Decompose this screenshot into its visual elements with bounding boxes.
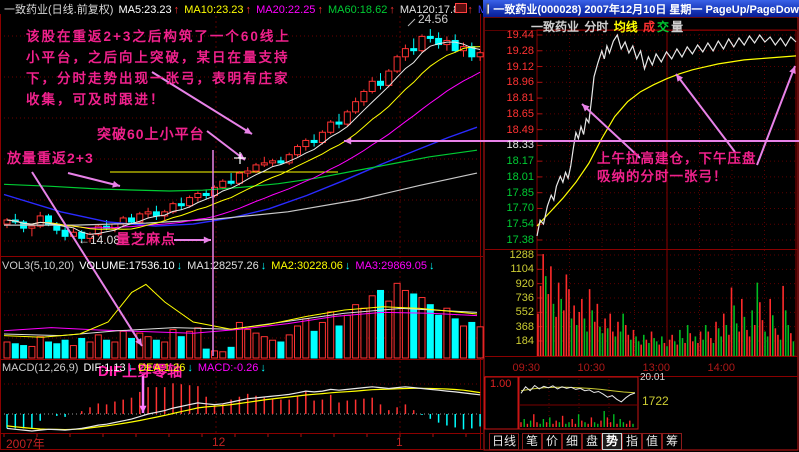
tab-view-1[interactable]: 价 (542, 433, 562, 450)
trading-app-window: 一致药业(日线.前复权) MA5:23.23 ↑ MA10:23.23 ↑ MA20… (0, 0, 799, 452)
annotation-paragraph: 该股在重返2+3之后构筑了一个60线上 小平台，之后向上突破，某日在量支持 下，… (26, 29, 291, 107)
text-segment: ↑ (389, 4, 398, 16)
price-scale-label: 18.96 (506, 76, 534, 89)
price-scale-label: 19.12 (506, 60, 534, 73)
text-segment: ↓ (428, 260, 435, 272)
text-segment: MA2:30228.06 (271, 260, 343, 272)
text-segment: MA1:28257.26 (187, 260, 259, 272)
x-axis-label: 12 (212, 435, 226, 449)
price-scale-label: 18.17 (506, 155, 534, 168)
text-segment: MACD(12,26,9) (2, 362, 82, 374)
text-segment: 交 (657, 20, 670, 34)
price-scale-label: 17.85 (506, 186, 534, 199)
window-icon (486, 3, 490, 14)
tab-view-0[interactable]: 笔 (522, 433, 542, 450)
text-segment: ↑ (245, 4, 255, 16)
text-segment: 一致药业(日线.前复权) (4, 4, 117, 16)
volume-pane-header: VOL3(5,10,20) VOLUME:17536.10 ↓ MA1:28257… (2, 260, 436, 272)
intraday-title: 一致药业(000028) 2007年12月10日 星期一 PageUp/Page… (493, 3, 799, 16)
price-scale-label: 18.49 (506, 123, 534, 136)
text-segment: ↓ (187, 362, 196, 374)
text-segment: MACD:-0.26 (197, 362, 259, 374)
text-segment: MA10:23.23 (184, 4, 244, 16)
volume-scale-label: 1104 (510, 263, 534, 276)
low-price-label: ←14.08 (78, 233, 121, 247)
volume-scale-label: 184 (515, 334, 534, 347)
tab-view-7[interactable]: 筹 (662, 433, 682, 450)
tab-view-4[interactable]: 势 (602, 433, 622, 450)
text-segment: ↓ (260, 260, 270, 272)
text-segment: ↓ (344, 260, 354, 272)
annotation-intraday: 上午拉高建仓，下午压盘 吸纳的分时一张弓！ (597, 151, 757, 184)
volume-scale-label: 368 (515, 320, 534, 333)
tab-period[interactable]: 日线 (489, 433, 519, 450)
text-segment: MA20:22.25 (256, 4, 316, 16)
high-price-label: 24.56 (418, 12, 449, 26)
tab-view-6[interactable]: 值 (642, 433, 662, 450)
annotation-sesame: 量芝麻点 (116, 231, 176, 247)
volume-scale-label: 736 (515, 291, 534, 304)
text-segment: DIF:1.13 (83, 362, 126, 374)
time-axis-label: 10:30 (577, 362, 605, 374)
price-scale-label: 18.01 (506, 170, 534, 183)
price-scale-label: 18.33 (506, 139, 534, 152)
annotation-return23: 放量重返2+3 (7, 150, 94, 166)
x-axis-label: 1 (396, 435, 403, 449)
time-axis-label: 09:30 (512, 362, 540, 374)
text-segment: 一致药业 (531, 20, 583, 34)
text-segment: ↑ (467, 4, 476, 16)
mini-chart-left-label: 1.00 (490, 378, 512, 390)
intraday-titlebar[interactable]: 一致药业(000028) 2007年12月10日 星期一 PageUp/Page… (483, 0, 799, 17)
text-segment: 成 (643, 20, 656, 34)
header-red-icon[interactable] (455, 3, 467, 13)
volume-scale-label: 1288 (509, 249, 534, 261)
price-scale-label: 19.28 (506, 44, 534, 57)
price-scale-label: 17.70 (506, 202, 534, 215)
text-segment: ↑ (173, 4, 183, 16)
text-segment: MA5:23.23 (118, 4, 172, 16)
x-axis-label: 2007年 (6, 437, 45, 451)
intraday-subheader: 一致药业 分时 均线 成交量 (531, 18, 685, 35)
mini-chart-right-label: 1722 (642, 394, 669, 408)
text-segment: ↓ (127, 362, 137, 374)
text-segment: 分时 (584, 20, 612, 34)
text-segment: ↓ (260, 362, 266, 374)
text-segment: MA60:18.62 (328, 4, 388, 16)
text-segment: 量 (671, 20, 684, 34)
text-segment: ↓ (176, 260, 186, 272)
text-segment: VOLUME:17536.10 (79, 260, 175, 272)
volume-scale-label: 920 (515, 277, 534, 290)
price-scale-label: 17.54 (506, 218, 534, 231)
text-segment: DEA:1.26 (138, 362, 186, 374)
tab-view-3[interactable]: 盘 (582, 433, 602, 450)
price-scale-label: 17.38 (506, 234, 534, 246)
text-segment: VOL3(5,10,20) (2, 260, 78, 272)
tab-view-2[interactable]: 细 (562, 433, 582, 450)
time-axis-label: 13:00 (642, 362, 670, 374)
price-scale-label: 18.81 (506, 92, 534, 105)
annotation-breakout: 突破60上小平台 (97, 126, 205, 142)
text-segment: 均线 (613, 20, 642, 34)
tab-view-5[interactable]: 指 (622, 433, 642, 450)
macd-pane-header: MACD(12,26,9) DIF:1.13 ↓ DEA:1.26 ↓ MACD:-… (2, 362, 268, 374)
text-segment: ↑ (317, 4, 326, 16)
volume-scale-label: 552 (515, 306, 534, 319)
time-axis-label: 14:00 (707, 362, 735, 374)
price-scale-label: 18.65 (506, 107, 534, 120)
text-segment: MA3:29869.05 (355, 260, 427, 272)
price-scale-label: 19.44 (506, 29, 534, 41)
